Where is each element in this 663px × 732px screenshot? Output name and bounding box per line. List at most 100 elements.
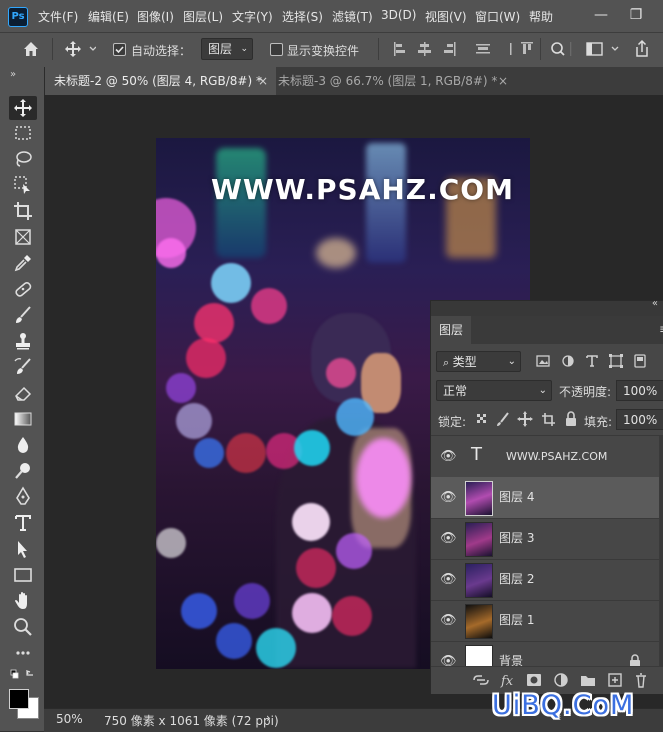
bokeh-circle — [251, 288, 287, 324]
svg-text:fx: fx — [500, 674, 514, 689]
default-colors-icon[interactable] — [10, 668, 38, 684]
bokeh-circle — [326, 358, 356, 388]
panel-tabs: 图层 ≡ — [431, 316, 663, 344]
path-selection-tool-icon[interactable] — [12, 538, 34, 560]
tab-label: 未标题-3 @ 66.7% (图层 1, RGB/8#) * — [278, 74, 498, 88]
search-icon: ⌕ — [443, 356, 453, 369]
menu-image[interactable]: 图像(I) — [137, 8, 174, 25]
layer-row-3[interactable]: 👁 图层 3 — [431, 518, 659, 560]
menu-help[interactable]: 帮助 — [529, 8, 553, 25]
fill-input[interactable]: 100% — [616, 409, 663, 430]
zoom-level[interactable]: 50% — [56, 712, 83, 726]
text-layer-icon: T — [471, 444, 482, 465]
menu-view[interactable]: 视图(V) — [425, 8, 467, 25]
layer-row-background[interactable]: 👁 背景 — [431, 641, 659, 667]
layer-row-2[interactable]: 👁 图层 2 — [431, 559, 659, 601]
home-icon[interactable] — [21, 39, 41, 59]
opacity-label: 不透明度: — [559, 385, 612, 399]
eye-icon[interactable]: 👁 — [440, 600, 457, 641]
layers-footer-icons[interactable]: fx — [471, 671, 661, 689]
menu-3d[interactable]: 3D(D) — [381, 8, 416, 22]
menu-select[interactable]: 选择(S) — [282, 8, 323, 25]
eyedropper-tool-icon[interactable] — [12, 252, 34, 274]
eye-icon[interactable]: 👁 — [440, 641, 457, 667]
panel-menu-icon[interactable]: ≡ — [659, 322, 663, 336]
clone-stamp-tool-icon[interactable] — [12, 330, 34, 352]
bokeh-circle — [234, 583, 270, 619]
layer-row-4[interactable]: 👁 图层 4 — [431, 477, 659, 519]
tab-untitled-2[interactable]: 未标题-2 @ 50% (图层 4, RGB/8#) * × — [44, 67, 276, 95]
lock-icons[interactable] — [473, 409, 583, 429]
move-tool-preset-icon[interactable] — [64, 39, 97, 59]
menu-filter[interactable]: 滤镜(T) — [332, 8, 373, 25]
show-transform-label: 显示变换控件 — [287, 44, 360, 58]
restore-button[interactable]: ❐ — [620, 0, 652, 32]
hand-tool-icon[interactable] — [12, 590, 34, 612]
collapse-chevron-icon[interactable]: » — [10, 69, 16, 80]
status-menu-arrow-icon[interactable]: › — [266, 711, 271, 725]
search-icon[interactable] — [548, 40, 578, 58]
tab-label: 未标题-2 @ 50% (图层 4, RGB/8#) * — [54, 74, 262, 88]
close-icon[interactable]: × — [258, 67, 268, 95]
auto-select-label: 自动选择： — [131, 44, 192, 58]
menu-edit[interactable]: 编辑(E) — [88, 8, 129, 25]
eye-icon[interactable]: 👁 — [440, 477, 457, 518]
layer-name: 图层 3 — [499, 531, 535, 545]
bokeh-circle — [194, 303, 234, 343]
bokeh-circle — [256, 628, 296, 668]
object-select-tool-icon[interactable] — [12, 174, 34, 196]
fill-value: 100% — [623, 413, 658, 427]
crop-tool-icon[interactable] — [12, 200, 34, 222]
workspace-switcher-icon[interactable] — [585, 40, 627, 58]
tab-untitled-3[interactable]: 未标题-3 @ 66.7% (图层 1, RGB/8#) * × — [268, 67, 510, 95]
document-info: 750 像素 x 1061 像素 (72 ppi) — [104, 714, 279, 728]
layer-row-1[interactable]: 👁 图层 1 — [431, 600, 659, 642]
layer-name: 图层 2 — [499, 572, 535, 586]
show-transform-checkbox[interactable] — [270, 43, 283, 56]
blend-mode-dropdown[interactable]: 正常 ⌄ — [436, 380, 552, 401]
bokeh-circle — [194, 438, 224, 468]
filter-kind-dropdown[interactable]: ⌕ 类型 ⌄ — [436, 351, 521, 372]
type-tool-icon[interactable] — [12, 512, 34, 534]
panel-header: « — [431, 298, 663, 316]
eraser-tool-icon[interactable] — [12, 382, 34, 404]
dodge-tool-icon[interactable] — [12, 460, 34, 482]
foreground-color-swatch[interactable] — [9, 689, 29, 709]
tab-layers[interactable]: 图层 — [431, 316, 471, 344]
rectangle-tool-icon[interactable] — [12, 564, 34, 586]
brush-tool-icon[interactable] — [12, 304, 34, 326]
zoom-tool-icon[interactable] — [12, 616, 34, 638]
gradient-tool-icon[interactable] — [12, 408, 34, 430]
auto-select-dropdown[interactable]: 图层 ⌄ — [201, 38, 253, 60]
eye-icon[interactable]: 👁 — [440, 518, 457, 559]
bokeh-circle — [186, 338, 226, 378]
healing-brush-tool-icon[interactable] — [12, 278, 34, 300]
menu-type[interactable]: 文字(Y) — [232, 8, 273, 25]
history-brush-tool-icon[interactable] — [12, 356, 34, 378]
close-icon[interactable]: × — [498, 67, 508, 95]
layer-row-text[interactable]: 👁 T WWW.PSAHZ.COM — [431, 436, 659, 478]
move-tool-icon[interactable] — [12, 97, 34, 119]
frame-tool-icon[interactable] — [12, 226, 34, 248]
divider — [52, 38, 53, 60]
eye-icon[interactable]: 👁 — [440, 436, 457, 477]
share-icon[interactable] — [633, 39, 651, 59]
align-top-icon[interactable] — [520, 40, 534, 58]
blend-mode-value: 正常 — [443, 384, 468, 398]
lasso-tool-icon[interactable] — [12, 148, 34, 170]
eye-icon[interactable]: 👁 — [440, 559, 457, 600]
menu-file[interactable]: 文件(F) — [38, 8, 78, 25]
collapse-panel-icon[interactable]: « — [652, 298, 658, 309]
pen-tool-icon[interactable] — [12, 486, 34, 508]
filter-icons — [531, 351, 661, 372]
blur-tool-icon[interactable] — [12, 434, 34, 456]
opacity-input[interactable]: 100% — [616, 380, 663, 401]
menu-layer[interactable]: 图层(L) — [183, 8, 223, 25]
more-tools-icon[interactable] — [12, 642, 34, 664]
menu-window[interactable]: 窗口(W) — [475, 8, 520, 25]
layers-scrollbar[interactable] — [659, 436, 663, 667]
bokeh-circle — [292, 593, 332, 633]
minimize-button[interactable]: — — [585, 0, 617, 32]
marquee-tool-icon[interactable] — [12, 122, 34, 144]
auto-select-checkbox[interactable] — [113, 43, 126, 56]
